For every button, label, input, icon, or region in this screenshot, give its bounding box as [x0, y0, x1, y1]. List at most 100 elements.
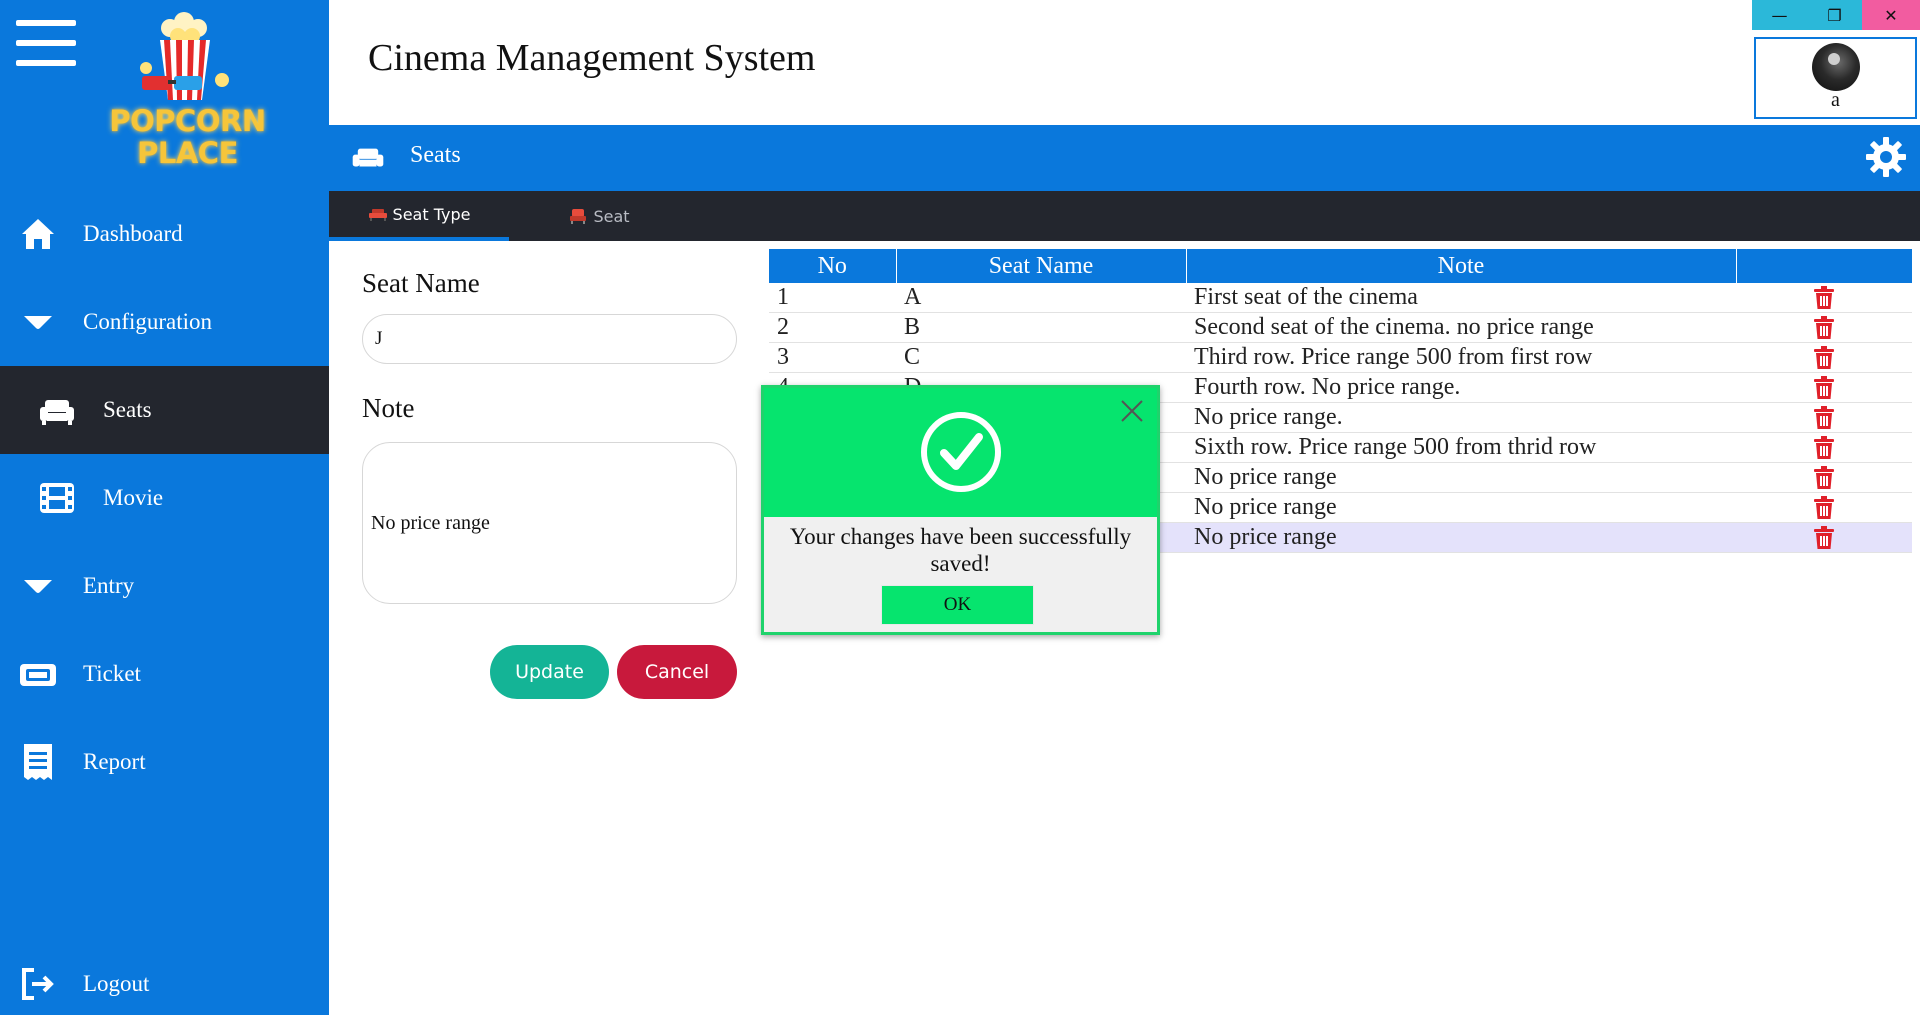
cell-note: First seat of the cinema	[1186, 283, 1736, 313]
tab-label: Seat Type	[392, 204, 471, 224]
tab-label: Seat	[593, 206, 630, 226]
delete-button[interactable]	[1736, 462, 1912, 493]
delete-button[interactable]	[1736, 312, 1912, 343]
seat-type-icon	[368, 209, 387, 221]
close-icon[interactable]	[1119, 398, 1145, 424]
hamburger-menu-icon[interactable]	[16, 20, 76, 66]
dialog-header	[764, 388, 1157, 517]
caret-down-icon	[24, 316, 52, 329]
delete-button[interactable]	[1736, 402, 1912, 433]
user-profile[interactable]: a	[1754, 37, 1917, 119]
table-row[interactable]: 1 A First seat of the cinema	[769, 283, 1912, 313]
close-window-button[interactable]: ✕	[1862, 0, 1920, 30]
delete-button[interactable]	[1736, 432, 1912, 463]
delete-button[interactable]	[1736, 522, 1912, 553]
column-header-actions	[1736, 249, 1912, 283]
seat-name-label: Seat Name	[362, 268, 480, 298]
sidebar-item-label: Entry	[83, 573, 135, 598]
home-icon	[22, 219, 54, 249]
cell-note: Second seat of the cinema. no price rang…	[1186, 312, 1736, 343]
avatar	[1811, 43, 1860, 91]
popcorn-icon	[140, 12, 229, 100]
minimize-button[interactable]: —	[1752, 0, 1807, 30]
delete-button[interactable]	[1736, 372, 1912, 403]
cell-note: Sixth row. Price range 500 from thrid ro…	[1186, 432, 1736, 463]
section-title: Seats	[410, 142, 461, 168]
table-row[interactable]: 2 B Second seat of the cinema. no price ra…	[769, 312, 1912, 343]
cell-seat-name: C	[896, 342, 1186, 373]
logout-icon	[22, 968, 54, 1000]
logo-text: POPCORN PLACE	[109, 104, 266, 170]
sidebar-item-label: Dashboard	[83, 221, 183, 246]
app-title: Cinema Management System	[368, 37, 816, 79]
delete-button[interactable]	[1736, 492, 1912, 523]
trash-icon[interactable]	[1813, 376, 1835, 400]
delete-button[interactable]	[1736, 283, 1912, 313]
trash-icon[interactable]	[1813, 346, 1835, 370]
sidebar-item-movie[interactable]: Movie	[0, 454, 329, 542]
column-header-seat-name[interactable]: Seat Name	[896, 249, 1187, 283]
cell-no: 2	[769, 312, 896, 343]
tab-seat-type[interactable]: Seat Type	[329, 191, 509, 241]
tab-seat[interactable]: Seat	[509, 191, 689, 241]
sidebar-item-ticket[interactable]: Ticket	[0, 630, 329, 718]
sidebar-item-label: Ticket	[83, 661, 141, 686]
note-textarea[interactable]: No price range	[362, 442, 737, 604]
tab-strip: Seat Type Seat	[329, 191, 1920, 241]
cell-note: No price range	[1186, 522, 1736, 553]
sofa-icon	[40, 400, 74, 425]
cell-no: 3	[769, 342, 896, 373]
column-header-note[interactable]: Note	[1186, 249, 1737, 283]
column-header-no[interactable]: No	[769, 249, 897, 283]
sidebar-item-report[interactable]: Report	[0, 718, 329, 806]
caret-down-icon	[24, 580, 52, 593]
cell-seat-name: B	[896, 312, 1186, 343]
ok-button[interactable]: OK	[881, 585, 1034, 625]
sidebar-item-label: Movie	[103, 485, 164, 510]
cell-note: No price range	[1186, 462, 1736, 493]
window-controls: — ❐ ✕	[1752, 0, 1920, 30]
restore-button[interactable]: ❐	[1807, 0, 1862, 30]
ticket-icon	[20, 664, 56, 686]
cell-note: No price range	[1186, 492, 1736, 523]
trash-icon[interactable]	[1813, 316, 1835, 340]
success-dialog: Your changes have been successfully save…	[761, 385, 1160, 635]
sofa-icon	[352, 148, 384, 167]
trash-icon[interactable]	[1813, 496, 1835, 520]
popcorn-place-logo: POPCORN PLACE	[100, 8, 275, 173]
table-header-row: No Seat Name Note	[769, 249, 1912, 283]
trash-icon[interactable]	[1813, 466, 1835, 490]
cell-note: Fourth row. No price range.	[1186, 372, 1736, 403]
seat-name-input[interactable]	[362, 314, 737, 364]
sidebar-item-seats[interactable]: Seats	[0, 366, 329, 454]
sidebar-item-configuration[interactable]: Configuration	[0, 278, 329, 366]
trash-icon[interactable]	[1813, 526, 1835, 550]
cell-seat-name: A	[896, 283, 1186, 313]
header: Cinema Management System — ❐ ✕ a	[329, 0, 1920, 125]
note-label: Note	[362, 393, 415, 423]
cell-no: 1	[769, 283, 896, 313]
user-name: a	[1831, 89, 1840, 111]
sidebar-item-entry[interactable]: Entry	[0, 542, 329, 630]
sidebar-item-label: Report	[83, 749, 146, 774]
delete-button[interactable]	[1736, 342, 1912, 373]
cell-note: Third row. Price range 500 from first ro…	[1186, 342, 1736, 373]
cell-note: No price range.	[1186, 402, 1736, 433]
seat-icon	[570, 209, 587, 224]
sidebar-item-dashboard[interactable]: Dashboard	[0, 190, 329, 278]
checkmark-circle-icon	[921, 412, 1001, 492]
receipt-icon	[24, 744, 52, 780]
trash-icon[interactable]	[1813, 436, 1835, 460]
table-row[interactable]: 3 C Third row. Price range 500 from first …	[769, 342, 1912, 373]
cancel-button[interactable]: Cancel	[617, 645, 737, 699]
trash-icon[interactable]	[1813, 406, 1835, 430]
update-button[interactable]: Update	[490, 645, 609, 699]
dialog-message: Your changes have been successfully save…	[789, 524, 1132, 576]
sidebar-item-label: Configuration	[83, 309, 213, 334]
gear-icon[interactable]	[1865, 136, 1907, 178]
film-icon	[40, 483, 74, 513]
sidebar: POPCORN PLACE Dashboard Configuration Se…	[0, 0, 329, 1015]
trash-icon[interactable]	[1813, 286, 1835, 310]
note-value: No price range	[371, 511, 490, 534]
sidebar-item-label: Seats	[103, 397, 152, 422]
